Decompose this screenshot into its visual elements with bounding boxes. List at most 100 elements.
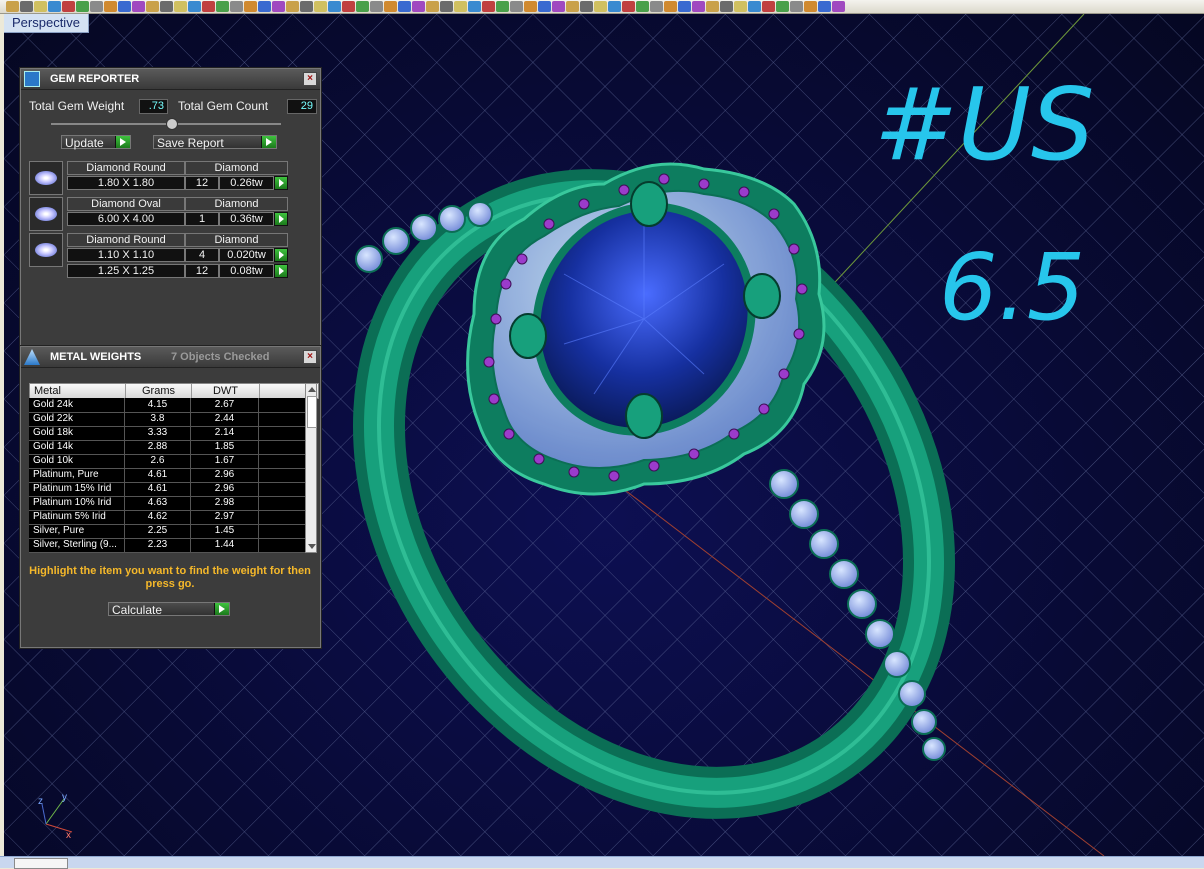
toolbar-tool-icon[interactable]	[6, 1, 19, 12]
toolbar-tool-icon[interactable]	[426, 1, 439, 12]
toolbar-tool-icon[interactable]	[342, 1, 355, 12]
toolbar-tool-icon[interactable]	[510, 1, 523, 12]
toolbar-tool-icon[interactable]	[328, 1, 341, 12]
toolbar-tool-icon[interactable]	[412, 1, 425, 12]
table-row[interactable]: Silver, Pure 2.25 1.45	[29, 524, 305, 539]
col-metal[interactable]: Metal	[30, 384, 126, 398]
table-row[interactable]: Gold 14k 2.88 1.85	[29, 440, 305, 455]
toolbar-tool-icon[interactable]	[90, 1, 103, 12]
toolbar-tool-icon[interactable]	[48, 1, 61, 12]
toolbar-tool-icon[interactable]	[832, 1, 845, 12]
toolbar-tool-icon[interactable]	[804, 1, 817, 12]
table-row[interactable]: Platinum 5% Irid 4.62 2.97	[29, 510, 305, 525]
metal-table[interactable]: Gold 24k 4.15 2.67 Gold 22k 3.8 2.44 Gold 18k 3…	[29, 398, 305, 553]
gem-row[interactable]: Diamond Round Diamond 1.80 X 1.80 12 0.2…	[29, 161, 311, 195]
save-report-button[interactable]: Save Report	[153, 135, 277, 150]
toolbar-tool-icon[interactable]	[454, 1, 467, 12]
toolbar-tool-icon[interactable]	[174, 1, 187, 12]
toolbar-tool-icon[interactable]	[692, 1, 705, 12]
update-button[interactable]: Update	[61, 135, 131, 150]
scroll-down-icon[interactable]	[308, 544, 316, 549]
toolbar-tool-icon[interactable]	[594, 1, 607, 12]
gem-reporter-close-button[interactable]: ×	[303, 72, 317, 86]
gem-count: 1	[185, 212, 219, 226]
toolbar-tool-icon[interactable]	[244, 1, 257, 12]
toolbar-tool-icon[interactable]	[790, 1, 803, 12]
table-row[interactable]: Gold 10k 2.6 1.67	[29, 454, 305, 469]
toolbar-tool-icon[interactable]	[300, 1, 313, 12]
toolbar-tool-icon[interactable]	[314, 1, 327, 12]
calculate-button[interactable]: Calculate	[108, 602, 230, 617]
toolbar-tool-icon[interactable]	[20, 1, 33, 12]
toolbar-tool-icon[interactable]	[650, 1, 663, 12]
toolbar-tool-icon[interactable]	[566, 1, 579, 12]
slider-handle[interactable]	[166, 118, 178, 130]
toolbar-tool-icon[interactable]	[132, 1, 145, 12]
col-dwt[interactable]: DWT	[192, 384, 260, 398]
gem-row[interactable]: Diamond Oval Diamond 6.00 X 4.00 1 0.36t…	[29, 197, 311, 231]
toolbar-tool-icon[interactable]	[608, 1, 621, 12]
toolbar-tool-icon[interactable]	[440, 1, 453, 12]
toolbar-tool-icon[interactable]	[34, 1, 47, 12]
table-row[interactable]: Silver, Sterling (9... 2.23 1.44	[29, 538, 305, 553]
toolbar-tool-icon[interactable]	[230, 1, 243, 12]
metal-table-scrollbar[interactable]	[305, 383, 317, 553]
toolbar-tool-icon[interactable]	[552, 1, 565, 12]
toolbar-tool-icon[interactable]	[76, 1, 89, 12]
gem-row[interactable]: Diamond Round Diamond 1.10 X 1.10 4 0.02…	[29, 233, 311, 279]
weight-slider[interactable]	[51, 118, 281, 130]
metal-weights-titlebar[interactable]: METAL WEIGHTS 7 Objects Checked ×	[21, 347, 320, 368]
toolbar-tool-icon[interactable]	[538, 1, 551, 12]
toolbar-tool-icon[interactable]	[286, 1, 299, 12]
toolbar-tool-icon[interactable]	[62, 1, 75, 12]
toolbar-tool-icon[interactable]	[272, 1, 285, 12]
toolbar-tool-icon[interactable]	[818, 1, 831, 12]
toolbar-tool-icon[interactable]	[216, 1, 229, 12]
toolbar-tool-icon[interactable]	[118, 1, 131, 12]
metal-weights-close-button[interactable]: ×	[303, 350, 317, 364]
toolbar-tool-icon[interactable]	[398, 1, 411, 12]
toolbar-tool-icon[interactable]	[258, 1, 271, 12]
toolbar-tool-icon[interactable]	[468, 1, 481, 12]
toolbar-tool-icon[interactable]	[482, 1, 495, 12]
toolbar-tool-icon[interactable]	[160, 1, 173, 12]
toolbar-tool-icon[interactable]	[370, 1, 383, 12]
toolbar-tool-icon[interactable]	[734, 1, 747, 12]
table-row[interactable]: Platinum 15% Irid 4.61 2.96	[29, 482, 305, 497]
toolbar-tool-icon[interactable]	[636, 1, 649, 12]
toolbar-tool-icon[interactable]	[104, 1, 117, 12]
toolbar-tool-icon[interactable]	[664, 1, 677, 12]
viewport-label[interactable]: Perspective	[4, 14, 89, 33]
toolbar-tool-icon[interactable]	[622, 1, 635, 12]
gem-go-button[interactable]	[274, 212, 288, 226]
toolbar-tool-icon[interactable]	[188, 1, 201, 12]
scroll-thumb[interactable]	[307, 396, 317, 428]
table-row[interactable]: Gold 18k 3.33 2.14	[29, 426, 305, 441]
viewport-tab[interactable]	[14, 858, 68, 869]
toolbar-tool-icon[interactable]	[496, 1, 509, 12]
toolbar-tool-icon[interactable]	[762, 1, 775, 12]
toolbar-tool-icon[interactable]	[146, 1, 159, 12]
gem-reporter-titlebar[interactable]: GEM REPORTER ×	[21, 69, 320, 90]
toolbar-tool-icon[interactable]	[706, 1, 719, 12]
toolbar-tool-icon[interactable]	[748, 1, 761, 12]
toolbar-tool-icon[interactable]	[720, 1, 733, 12]
grams-cell: 2.6	[125, 454, 191, 468]
toolbar-tool-icon[interactable]	[384, 1, 397, 12]
toolbar-tool-icon[interactable]	[776, 1, 789, 12]
table-row[interactable]: Platinum 10% Irid 4.63 2.98	[29, 496, 305, 511]
table-row[interactable]: Gold 22k 3.8 2.44	[29, 412, 305, 427]
gem-go-button[interactable]	[274, 176, 288, 190]
gem-count: 12	[185, 264, 219, 278]
table-row[interactable]: Gold 24k 4.15 2.67	[29, 398, 305, 413]
gem-go-button[interactable]	[274, 264, 288, 278]
scroll-up-icon[interactable]	[308, 387, 316, 392]
toolbar-tool-icon[interactable]	[678, 1, 691, 12]
toolbar-tool-icon[interactable]	[356, 1, 369, 12]
toolbar-tool-icon[interactable]	[202, 1, 215, 12]
gem-go-button[interactable]	[274, 248, 288, 262]
toolbar-tool-icon[interactable]	[580, 1, 593, 12]
toolbar-tool-icon[interactable]	[524, 1, 537, 12]
table-row[interactable]: Platinum, Pure 4.61 2.96	[29, 468, 305, 483]
col-grams[interactable]: Grams	[126, 384, 192, 398]
